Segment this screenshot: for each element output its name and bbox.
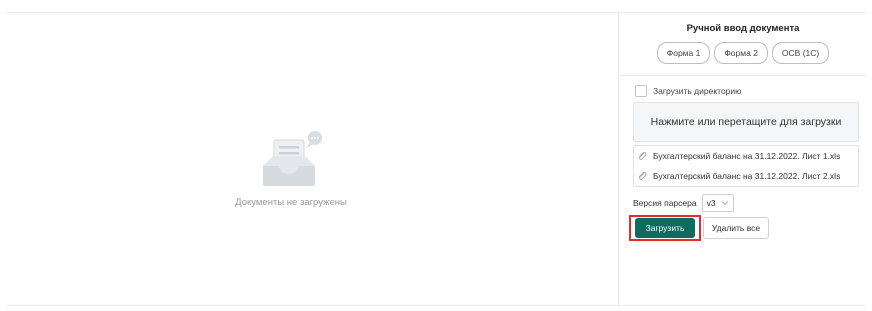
document-workspace: Документы не загружены Ручной ввод докум… — [6, 12, 867, 306]
osv-1c-button[interactable]: ОСВ (1С) — [771, 42, 830, 64]
delete-all-button[interactable]: Удалить все — [703, 217, 769, 239]
empty-inbox-icon — [263, 131, 322, 186]
paperclip-icon — [639, 171, 647, 180]
parser-version-select[interactable]: v3 — [701, 194, 734, 212]
file-dropzone[interactable]: Нажмите или перетащите для загрузки — [633, 102, 859, 142]
file-list: Бухгалтерский баланс на 31.12.2022. Лист… — [633, 145, 859, 187]
file-item[interactable]: Бухгалтерский баланс на 31.12.2022. Лист… — [634, 146, 858, 166]
documents-panel: Документы не загружены — [6, 13, 618, 305]
divider — [619, 75, 867, 76]
form-1-button[interactable]: Форма 1 — [656, 42, 711, 64]
manual-entry-forms: Форма 1 Форма 2 ОСВ (1С) — [619, 42, 867, 64]
upload-panel: Ручной ввод документа Форма 1 Форма 2 ОС… — [618, 13, 867, 305]
empty-state-text: Документы не загружены — [235, 197, 347, 208]
upload-directory-label[interactable]: Загрузить директорию — [653, 86, 742, 96]
manual-entry-title: Ручной ввод документа — [686, 23, 800, 34]
upload-directory-option[interactable]: Загрузить директорию — [635, 84, 742, 98]
file-name: Бухгалтерский баланс на 31.12.2022. Лист… — [653, 171, 841, 181]
parser-version-row: Версия парсера v3 — [633, 194, 734, 212]
paperclip-icon — [639, 151, 647, 160]
file-item[interactable]: Бухгалтерский баланс на 31.12.2022. Лист… — [634, 166, 858, 186]
upload-directory-checkbox[interactable] — [635, 85, 647, 97]
file-name: Бухгалтерский баланс на 31.12.2022. Лист… — [653, 151, 841, 161]
chevron-down-icon — [721, 201, 728, 206]
parser-version-value: v3 — [706, 198, 716, 208]
upload-button[interactable]: Загрузить — [635, 218, 695, 238]
form-2-button[interactable]: Форма 2 — [714, 42, 768, 64]
parser-version-label: Версия парсера — [633, 198, 697, 208]
